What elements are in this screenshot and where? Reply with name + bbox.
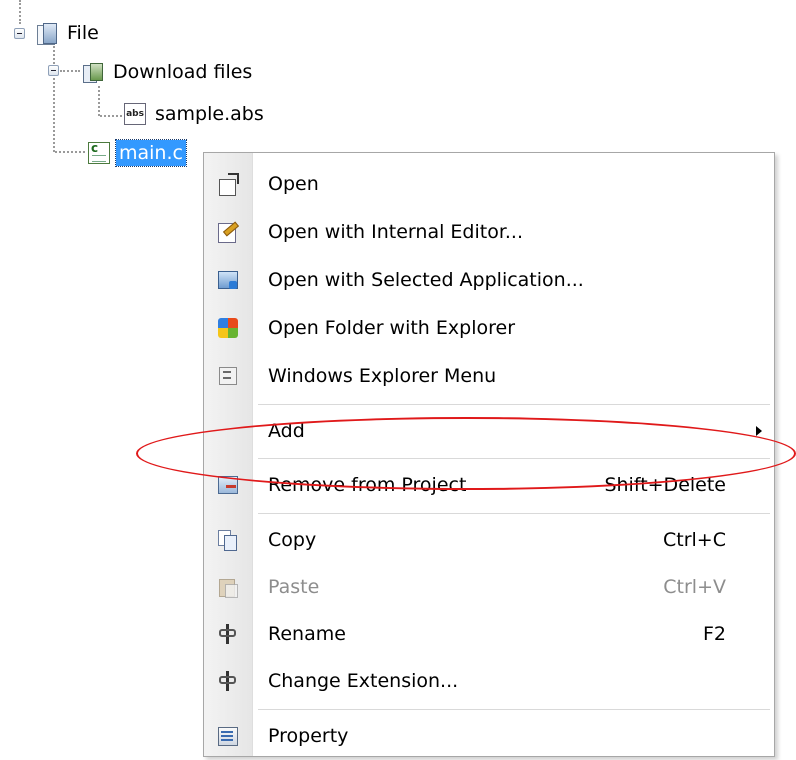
- menu-item-shortcut: Ctrl+C: [663, 529, 726, 551]
- menu-separator: [258, 709, 770, 711]
- menu-item-copy[interactable]: Copy Ctrl+C: [204, 516, 774, 564]
- tree-connector: [100, 115, 122, 117]
- internal-editor-icon: [217, 221, 239, 243]
- menu-item-change-extension[interactable]: Change Extension...: [204, 657, 774, 705]
- menu-item-open-folder-with-explorer[interactable]: Open Folder with Explorer: [204, 304, 774, 352]
- tree-connector: [60, 70, 80, 72]
- change-extension-icon: [217, 670, 239, 692]
- menu-separator: [258, 404, 770, 406]
- explorer-folder-icon: [217, 317, 239, 339]
- menu-item-remove-from-project[interactable]: Remove from Project Shift+Delete: [204, 461, 774, 509]
- tree-node-sample-abs[interactable]: abs sample.abs: [124, 101, 267, 127]
- menu-item-add[interactable]: Add: [204, 407, 774, 455]
- menu-item-label: Open: [268, 173, 319, 195]
- menu-item-label: Rename: [268, 623, 346, 645]
- menu-item-label: Open Folder with Explorer: [268, 317, 515, 339]
- menu-item-label: Property: [268, 725, 349, 747]
- tree-node-label: sample.abs: [155, 103, 264, 125]
- tree-node-main-c[interactable]: main.c: [88, 139, 187, 167]
- download-files-icon: [82, 61, 104, 83]
- copy-icon: [217, 529, 239, 551]
- menu-item-label: Windows Explorer Menu: [268, 365, 497, 387]
- windows-explorer-menu-icon: [217, 365, 239, 387]
- menu-item-label: Open with Internal Editor...: [268, 221, 524, 243]
- menu-item-label: Copy: [268, 529, 317, 551]
- tree-node-label: main.c: [115, 139, 187, 167]
- tree-node-download-files[interactable]: Download files: [82, 59, 255, 85]
- menu-item-windows-explorer-menu[interactable]: Windows Explorer Menu: [204, 352, 774, 400]
- collapse-toggle-download-files[interactable]: [48, 65, 59, 76]
- selected-application-icon: [217, 269, 239, 291]
- context-menu: Open Open with Internal Editor... Open w…: [203, 152, 775, 757]
- file-folder-icon: [36, 22, 58, 45]
- menu-item-label: Paste: [268, 576, 320, 598]
- collapse-toggle-file[interactable]: [14, 28, 25, 39]
- menu-item-label: Add: [268, 420, 305, 442]
- abs-file-icon: abs: [124, 103, 146, 125]
- tree-connector: [55, 151, 85, 153]
- menu-separator: [258, 458, 770, 460]
- menu-item-open-with-selected-application[interactable]: Open with Selected Application...: [204, 256, 774, 304]
- menu-item-property[interactable]: Property: [204, 712, 774, 760]
- menu-item-rename[interactable]: Rename F2: [204, 610, 774, 658]
- submenu-arrow-icon: [756, 426, 762, 436]
- menu-item-shortcut: Shift+Delete: [604, 474, 726, 496]
- open-icon: [217, 173, 239, 196]
- tree-node-label: File: [67, 22, 99, 44]
- menu-item-open-with-internal-editor[interactable]: Open with Internal Editor...: [204, 208, 774, 256]
- property-icon: [217, 725, 239, 747]
- menu-item-label: Remove from Project: [268, 474, 467, 496]
- rename-icon: [217, 623, 239, 645]
- tree-connector: [19, 0, 21, 24]
- tree-connector: [98, 86, 100, 116]
- paste-icon: [217, 576, 239, 598]
- tree-connector: [53, 42, 55, 152]
- menu-item-paste[interactable]: Paste Ctrl+V: [204, 563, 774, 611]
- tree-node-file[interactable]: File: [36, 20, 102, 46]
- menu-item-shortcut: F2: [702, 623, 726, 645]
- menu-item-label: Open with Selected Application...: [268, 269, 584, 291]
- menu-item-shortcut: Ctrl+V: [663, 576, 726, 598]
- remove-from-project-icon: [217, 474, 239, 496]
- tree-node-label: Download files: [113, 61, 253, 83]
- menu-item-open[interactable]: Open: [204, 160, 774, 208]
- menu-item-label: Change Extension...: [268, 670, 459, 692]
- c-source-file-icon: [88, 141, 110, 164]
- menu-separator: [258, 513, 770, 515]
